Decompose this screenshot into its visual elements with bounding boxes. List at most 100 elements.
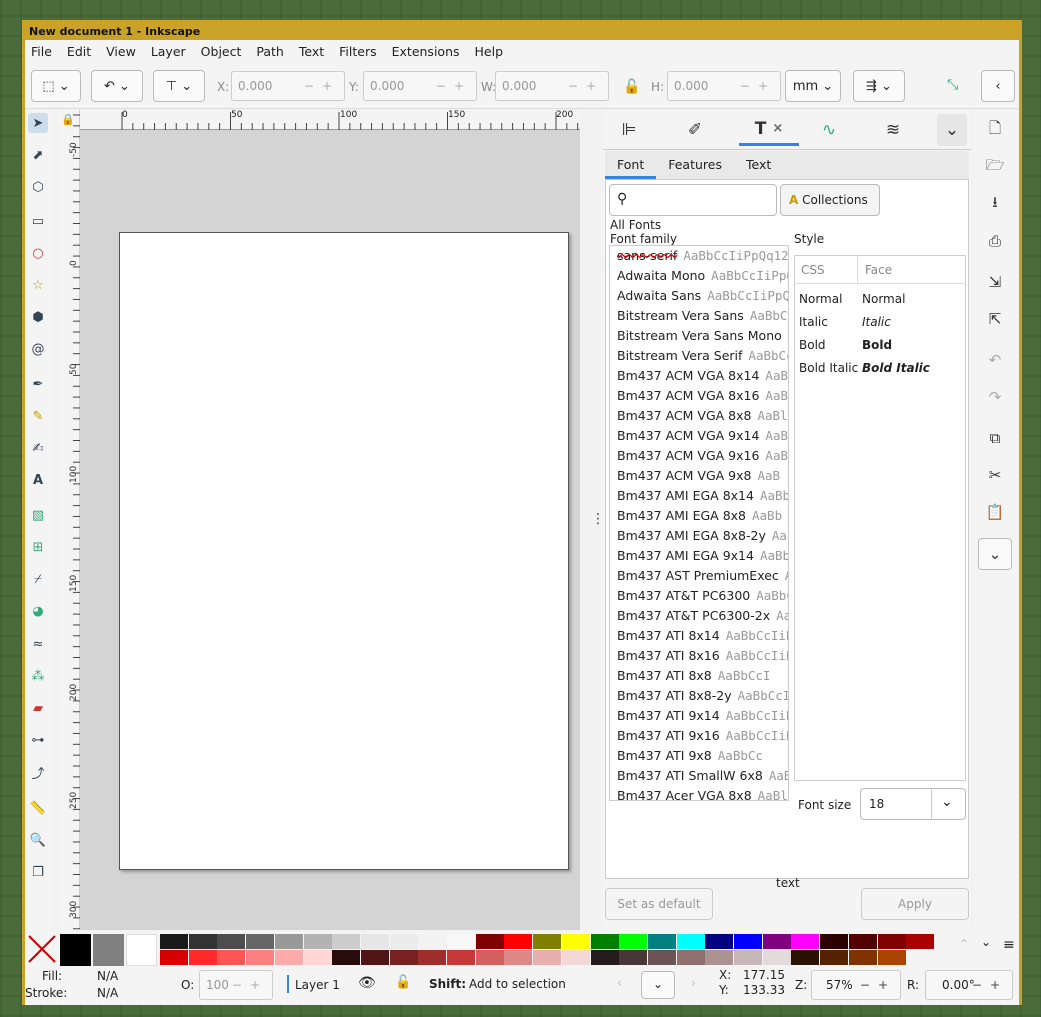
zoom-input[interactable]: 57% −+ — [811, 970, 901, 1000]
color-swatch[interactable] — [246, 950, 275, 965]
layer-visibility-eye-icon[interactable]: 👁 — [358, 975, 376, 991]
font-family-item[interactable]: Bm437 AT&T PC6300 AaBbCcI — [617, 586, 788, 606]
paint-bucket-icon[interactable]: ◕ — [28, 601, 48, 621]
font-family-item[interactable]: Bitstream Vera Sans Mono Aa — [617, 326, 788, 346]
stroke-value[interactable]: N/A — [97, 986, 118, 1000]
font-family-item[interactable]: Bm437 AT&T PC6300-2x Aa — [617, 606, 788, 626]
tweak-tool-icon[interactable]: ≈ — [28, 634, 48, 654]
menu-view[interactable]: View — [106, 44, 136, 59]
font-search-input[interactable]: ⚲ — [609, 184, 777, 216]
color-swatch[interactable] — [126, 934, 157, 966]
spiral-tool-icon[interactable]: @ — [28, 339, 48, 359]
redo-icon[interactable]: ↷ — [981, 383, 1009, 411]
collapse-commands-button[interactable]: ‹ — [981, 70, 1015, 102]
zoom-tool-icon[interactable]: 🔍 — [28, 830, 48, 850]
no-paint-icon[interactable] — [27, 934, 57, 964]
export-icon[interactable]: ⇱ — [981, 305, 1009, 333]
rotation-input[interactable]: 0.00° −+ — [925, 970, 1013, 1000]
pages-tool-icon[interactable]: ❐ — [28, 862, 48, 882]
transform-options-button[interactable]: ⇶ ⌄ — [853, 70, 905, 102]
color-swatch[interactable] — [705, 950, 734, 965]
color-swatch[interactable] — [217, 934, 246, 949]
dropper-tool-icon[interactable]: ⌿ — [28, 569, 48, 589]
y-input[interactable]: 0.000 −+ — [363, 71, 477, 101]
lock-ratio-icon[interactable]: 🔓 — [623, 79, 640, 95]
color-swatch[interactable] — [533, 934, 562, 949]
star-tool-icon[interactable]: ☆ — [28, 275, 48, 295]
close-tab-icon[interactable]: × — [772, 121, 783, 136]
color-swatch[interactable] — [303, 950, 332, 965]
font-family-item[interactable]: Bm437 ACM VGA 8x16 AaBbC — [617, 386, 788, 406]
menu-file[interactable]: File — [31, 44, 52, 59]
font-family-item[interactable]: Bm437 ATI 8x16 AaBbCcIiPpQq — [617, 646, 788, 666]
color-swatch[interactable] — [791, 950, 820, 965]
subtab-features[interactable]: Features — [656, 151, 734, 179]
font-family-item[interactable]: Bm437 ATI 9x8 AaBbCc — [617, 746, 788, 766]
style-list[interactable]: CSS Face Normal Normal Italic Italic Bol… — [794, 255, 966, 781]
color-swatch[interactable] — [820, 950, 849, 965]
color-swatch[interactable] — [676, 934, 705, 949]
color-swatch[interactable] — [418, 934, 447, 949]
document-page[interactable] — [119, 232, 569, 870]
node-tool-icon[interactable]: ⬈ — [28, 145, 48, 165]
menu-path[interactable]: Path — [256, 44, 283, 59]
mesh-tool-icon[interactable]: ⊞ — [28, 537, 48, 557]
color-swatch[interactable] — [734, 934, 762, 949]
css-header[interactable]: CSS — [801, 263, 825, 277]
align-button[interactable]: ⊤ ⌄ — [153, 70, 205, 102]
select-all-button[interactable]: ⬚ ⌄ — [31, 70, 81, 102]
menu-layer[interactable]: Layer — [151, 44, 186, 59]
face-header[interactable]: Face — [865, 263, 892, 277]
save-icon[interactable]: ⭳ — [981, 190, 1009, 218]
path-effects-tab-icon[interactable]: ∿ — [809, 114, 849, 146]
subtab-font[interactable]: Font — [605, 151, 657, 179]
font-family-item[interactable]: Bm437 AST PremiumExec AaBb — [617, 566, 788, 586]
style-row-css[interactable]: Bold — [799, 338, 826, 352]
color-swatch[interactable] — [762, 950, 791, 965]
eraser-tool-icon[interactable]: ▰ — [28, 698, 48, 718]
style-row-face[interactable]: Bold — [862, 338, 892, 352]
menu-text[interactable]: Text — [299, 44, 324, 59]
apply-button[interactable]: Apply — [861, 888, 969, 920]
font-family-item[interactable]: Bm437 ACM VGA 8x14 AaBbC — [617, 366, 788, 386]
lpe-tool-icon[interactable]: ⤴ — [28, 762, 48, 782]
style-row-css[interactable]: Normal — [799, 292, 842, 306]
color-swatch[interactable] — [561, 934, 590, 949]
layer-lock-icon[interactable]: 🔓 — [395, 975, 411, 990]
text-font-tab[interactable]: T × — [739, 114, 799, 146]
palette-scroll-up-icon[interactable]: ⌃ — [959, 937, 969, 951]
color-swatch[interactable] — [533, 950, 562, 965]
align-dialog-tab-icon[interactable]: ⊫ — [609, 114, 649, 146]
open-file-icon[interactable]: 🗁 — [981, 153, 1009, 181]
pen-tool-icon[interactable]: ✒ — [28, 374, 48, 394]
x-input[interactable]: 0.000 −+ — [231, 71, 345, 101]
paste-icon[interactable]: 📋 — [981, 498, 1009, 526]
color-swatch[interactable] — [60, 934, 91, 966]
new-document-icon[interactable]: 🗋 — [981, 116, 1009, 144]
menu-filters[interactable]: Filters — [339, 44, 376, 59]
rotate-button[interactable]: ↶ ⌄ — [91, 70, 143, 102]
color-swatch[interactable] — [791, 934, 820, 949]
font-family-item[interactable]: Bm437 ATI SmallW 6x8 AaBb — [617, 766, 788, 786]
menu-help[interactable]: Help — [475, 44, 504, 59]
palette-scroll-down-icon[interactable]: ⌄ — [981, 935, 991, 949]
color-swatch[interactable] — [360, 950, 389, 965]
font-family-item[interactable]: Adwaita Sans AaBbCcIiPpQq1 — [617, 286, 788, 306]
color-swatch[interactable] — [447, 934, 475, 949]
selector-tool-icon[interactable]: ➤ — [28, 113, 48, 133]
font-family-item[interactable]: Bm437 ACM VGA 9x14 AaBb( — [617, 426, 788, 446]
color-swatch[interactable] — [475, 934, 504, 949]
font-family-item[interactable]: Bitstream Vera Sans AaBbCcI — [617, 306, 788, 326]
color-swatch[interactable] — [561, 950, 590, 965]
next-page-icon[interactable]: › — [691, 976, 696, 990]
font-family-item[interactable]: sans-serif AaBbCcIiPpQq123 — [617, 246, 788, 266]
set-as-default-button[interactable]: Set as default — [605, 888, 713, 920]
subtab-text[interactable]: Text — [734, 151, 783, 179]
font-family-item[interactable]: Bm437 Acer VGA 8x8 AaBl — [617, 786, 788, 800]
font-family-item[interactable]: Bm437 ATI 8x8-2y AaBbCcIiPp — [617, 686, 788, 706]
chevron-down-icon[interactable]: ⌄ — [941, 794, 953, 810]
font-family-item[interactable]: Bm437 ATI 9x16 AaBbCcIiPp( — [617, 726, 788, 746]
color-swatch[interactable] — [820, 934, 849, 949]
color-swatch[interactable] — [590, 934, 619, 949]
text-tool-icon[interactable]: A — [28, 470, 48, 490]
